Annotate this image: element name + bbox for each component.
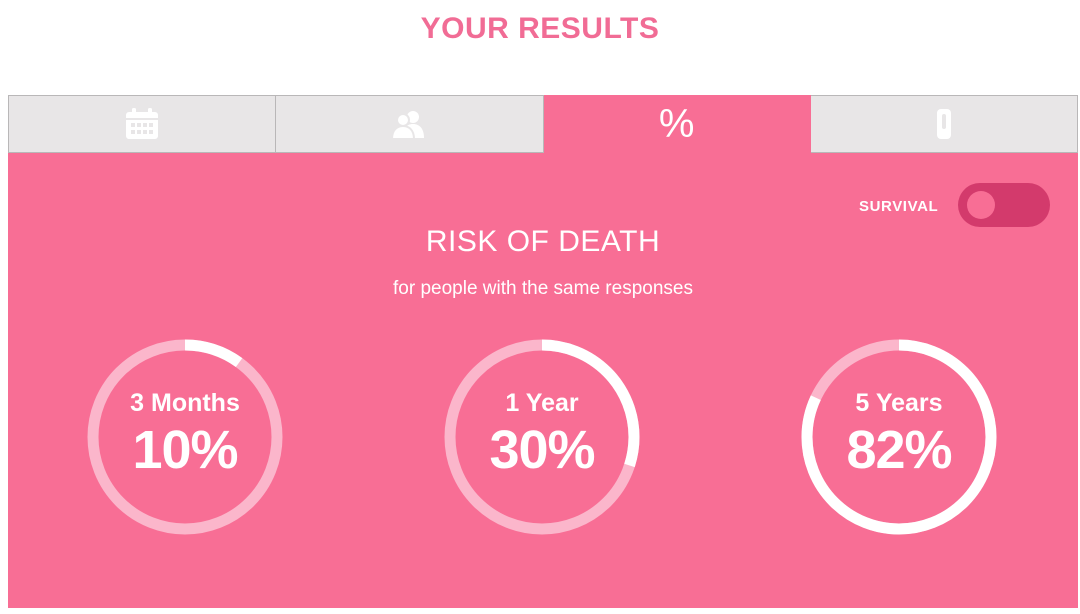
thermometer-icon [935,108,953,140]
ring-value: 82% [846,420,952,480]
ring-label: 3 Months [130,389,240,417]
tab-bar: % [8,95,1078,153]
tab-percent[interactable]: % [543,95,811,153]
ring-5-years: 5 Years 82% [801,339,997,535]
risk-subheading: for people with the same responses [393,278,693,299]
people-icon [391,109,427,139]
ring-label: 5 Years [855,389,943,417]
survival-toggle-knob [967,191,995,219]
survival-toggle-label: SURVIVAL [859,198,939,215]
ring-label: 1 Year [505,389,579,417]
ring-1-year: 1 Year 30% [444,339,640,535]
tab-calendar[interactable] [8,95,277,153]
percent-icon: % [658,102,695,146]
risk-heading: RISK OF DEATH [425,225,661,258]
ring-value: 30% [489,420,595,480]
survival-toggle[interactable] [958,183,1050,227]
ring-3-months: 3 Months 10% [87,339,283,535]
calendar-icon [125,108,159,140]
ring-value: 10% [132,420,238,480]
page-title: YOUR RESULTS [420,12,660,45]
results-panel: SURVIVAL RISK OF DEATH for people with t… [8,153,1078,608]
tab-people[interactable] [276,95,544,153]
tab-thermometer[interactable] [810,95,1078,153]
